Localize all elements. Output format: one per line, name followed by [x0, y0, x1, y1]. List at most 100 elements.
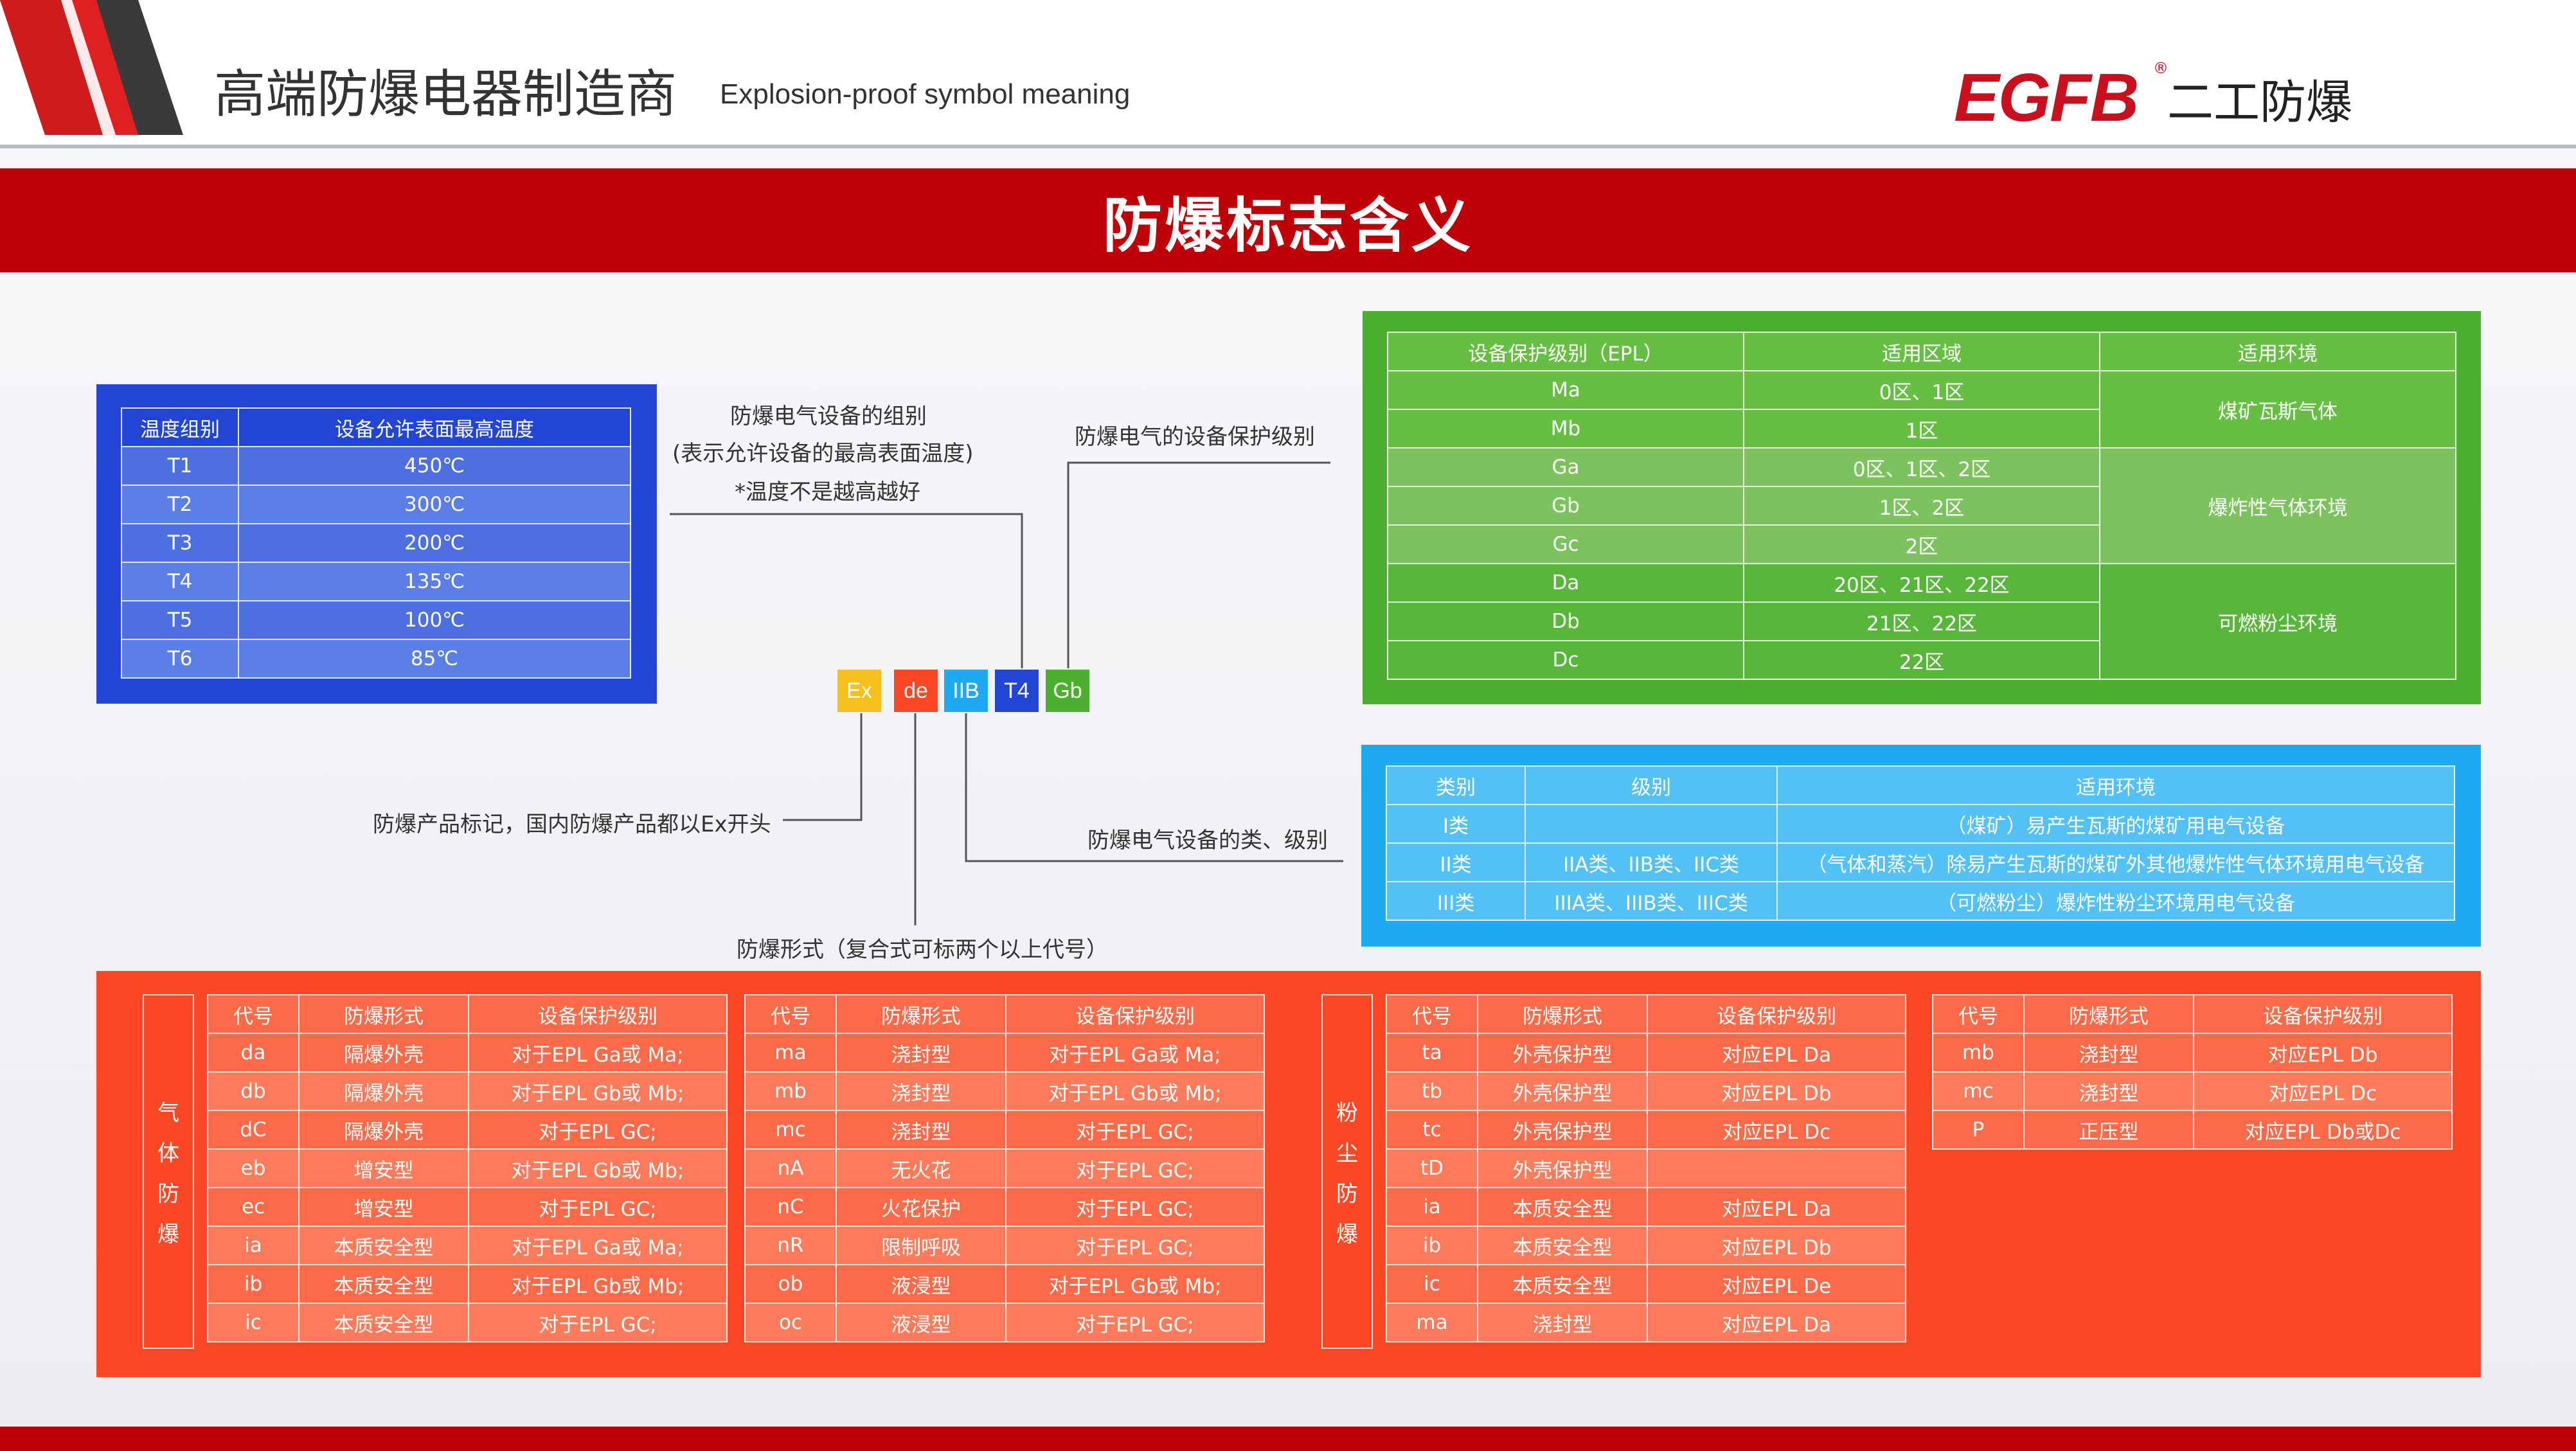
title-banner: 防爆标志含义	[0, 168, 2576, 272]
table-cell: 135℃	[238, 562, 631, 601]
table-row: ib 本质安全型 对应EPL Db	[1386, 1225, 1906, 1265]
table-cell: da	[207, 1033, 300, 1073]
symbol-epl: Gb	[1046, 670, 1089, 712]
table-row: ib 本质安全型 对于EPL Gb或 Mb;	[207, 1264, 728, 1304]
table-header: 设备保护级别	[1647, 994, 1906, 1034]
table-header: 防爆形式	[1477, 994, 1648, 1034]
table-row: da 隔爆外壳 对于EPL Ga或 Ma;	[207, 1033, 728, 1073]
table-cell: （煤矿）易产生瓦斯的煤矿用电气设备	[1776, 804, 2455, 844]
table-cell: 对应EPL Db	[1647, 1225, 1906, 1265]
table-cell: 300℃	[238, 485, 631, 524]
annotation-form: 防爆形式（复合式可标两个以上代号）	[737, 937, 1108, 963]
symbol-temp: T4	[995, 670, 1039, 712]
table-cell: Dc	[1387, 640, 1744, 680]
table-cell: 本质安全型	[1477, 1264, 1648, 1304]
table-cell: ic	[1386, 1264, 1478, 1304]
table-row: ic 本质安全型 对于EPL GC;	[207, 1303, 728, 1342]
table-cell: dC	[207, 1110, 300, 1150]
table-row: nA 无火花 对于EPL GC;	[744, 1148, 1265, 1188]
class-table: 类别 级别 适用环境 I类 （煤矿）易产生瓦斯的煤矿用电气设备 II类 IIA类、II…	[1386, 765, 2455, 921]
table-cell: 本质安全型	[1477, 1225, 1648, 1265]
brand-stripes-icon	[0, 0, 183, 135]
table-row: ma 浇封型 对应EPL Da	[1386, 1303, 1906, 1342]
table-row: mb 浇封型 对于EPL Gb或 Mb;	[744, 1071, 1265, 1111]
table-cell: 对应EPL De	[1647, 1264, 1906, 1304]
annotation-temp-warning: *温度不是越高越好	[735, 479, 920, 505]
table-cell: 外壳保护型	[1477, 1071, 1648, 1111]
table-row: T6 85℃	[121, 639, 631, 679]
table-cell: oc	[744, 1303, 837, 1342]
table-cell: 对于EPL Gb或 Mb;	[1005, 1071, 1265, 1111]
table-cell: 隔爆外壳	[298, 1071, 469, 1111]
symbol-ex: Ex	[837, 670, 881, 712]
table-cell: 浇封型	[836, 1033, 1006, 1073]
annotation-class: 防爆电气设备的类、级别	[1087, 828, 1328, 853]
table-cell: tb	[1386, 1071, 1478, 1111]
dust-types-table-b: 代号 防爆形式 设备保护级别 mb 浇封型 对应EPL Db mc 浇封型 对应EPL D…	[1932, 994, 2453, 1150]
table-row: tb 外壳保护型 对应EPL Db	[1386, 1071, 1906, 1111]
table-row: eb 增安型 对于EPL Gb或 Mb;	[207, 1148, 728, 1188]
table-header: 级别	[1525, 765, 1778, 805]
table-cell: tc	[1386, 1110, 1478, 1150]
table-cell: 对于EPL GC;	[468, 1110, 728, 1150]
label-char: 粉	[1336, 1100, 1358, 1126]
label-char: 尘	[1336, 1141, 1358, 1166]
table-cell: ta	[1386, 1033, 1478, 1073]
table-cell: T5	[121, 600, 239, 640]
gas-types-table-a: 代号 防爆形式 设备保护级别 da 隔爆外壳 对于EPL Ga或 Ma; db 隔爆外壳…	[207, 994, 728, 1342]
table-row: mc 浇封型 对应EPL Dc	[1932, 1071, 2453, 1111]
table-row: T5 100℃	[121, 600, 631, 640]
table-cell: 对应EPL Da	[1647, 1303, 1906, 1342]
table-row: tD 外壳保护型	[1386, 1148, 1906, 1188]
table-cell: 1区	[1743, 409, 2100, 449]
table-cell: 火花保护	[836, 1187, 1006, 1227]
table-cell: ec	[207, 1187, 300, 1227]
table-cell: 1区、2区	[1743, 486, 2100, 526]
table-row: nC 火花保护 对于EPL GC;	[744, 1187, 1265, 1227]
table-cell: Da	[1387, 563, 1744, 603]
table-cell: 对应EPL Db	[2193, 1033, 2453, 1073]
table-cell: （气体和蒸汽）除易产生瓦斯的煤矿外其他爆炸性气体环境用电气设备	[1776, 842, 2455, 882]
table-cell	[1525, 804, 1778, 844]
table-cell: 对于EPL Gb或 Mb;	[468, 1148, 728, 1188]
table-row: ic 本质安全型 对应EPL De	[1386, 1264, 1906, 1304]
table-cell: 200℃	[238, 523, 631, 563]
annotation-ex-mark: 防爆产品标记，国内防爆产品都以Ex开头	[373, 812, 771, 837]
table-row: ma 浇封型 对于EPL Ga或 Ma;	[744, 1033, 1265, 1073]
dust-label: 粉 尘 防 爆	[1321, 994, 1373, 1349]
table-cell: 本质安全型	[298, 1264, 469, 1304]
table-cell: 对于EPL Ga或 Ma;	[1005, 1033, 1265, 1073]
table-cell: II类	[1386, 842, 1526, 882]
symbol-class: IIB	[944, 670, 988, 712]
table-row: tc 外壳保护型 对应EPL Dc	[1386, 1110, 1906, 1150]
table-cell: mb	[1932, 1033, 2025, 1073]
table-cell: 对于EPL GC;	[1005, 1148, 1265, 1188]
table-row: ia 本质安全型 对于EPL Ga或 Ma;	[207, 1225, 728, 1265]
table-cell: III类	[1386, 881, 1526, 921]
table-row: Da 20区、21区、22区 可燃粉尘环境	[1387, 563, 2456, 680]
table-cell: 对于EPL GC;	[468, 1187, 728, 1227]
header-title: 高端防爆电器制造商	[214, 64, 677, 124]
table-cell: T4	[121, 562, 239, 601]
table-cell: db	[207, 1071, 300, 1111]
table-cell: 增安型	[298, 1148, 469, 1188]
table-cell: 增安型	[298, 1187, 469, 1227]
table-header: 设备允许表面最高温度	[238, 407, 631, 447]
table-cell: 限制呼吸	[836, 1225, 1006, 1265]
table-cell: ib	[207, 1264, 300, 1304]
table-cell: 爆炸性气体环境	[2099, 447, 2456, 564]
table-header: 防爆形式	[298, 994, 469, 1034]
table-cell: 对应EPL Dc	[1647, 1110, 1906, 1150]
table-cell: nR	[744, 1225, 837, 1265]
table-cell: 对应EPL Da	[1647, 1033, 1906, 1073]
table-cell: Ma	[1387, 370, 1744, 410]
table-cell: 正压型	[2023, 1110, 2194, 1150]
annotation-epl: 防爆电气的设备保护级别	[1075, 424, 1315, 450]
table-cell: 0区、1区、2区	[1743, 447, 2100, 487]
table-cell: Gc	[1387, 524, 1744, 564]
table-row: I类 （煤矿）易产生瓦斯的煤矿用电气设备	[1386, 804, 2455, 844]
table-cell: 对于EPL GC;	[1005, 1303, 1265, 1342]
table-header: 设备保护级别（EPL）	[1387, 332, 1744, 371]
table-header: 适用环境	[2099, 332, 2456, 371]
table-cell: 液浸型	[836, 1303, 1006, 1342]
